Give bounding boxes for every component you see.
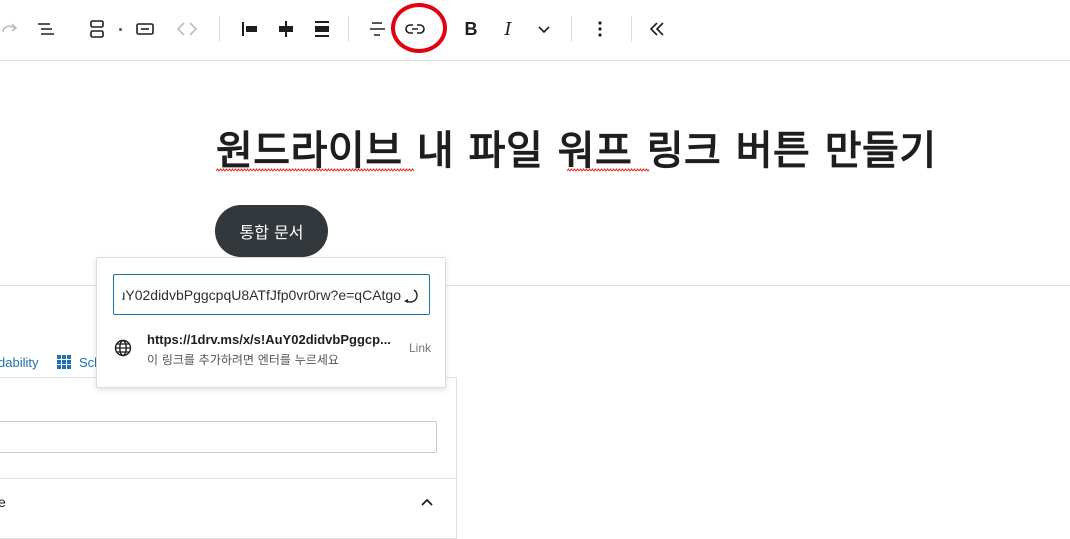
- submit-enter-icon[interactable]: [400, 286, 420, 306]
- italic-icon[interactable]: I: [490, 10, 526, 48]
- spellcheck-underline: [216, 168, 414, 172]
- tab-schema[interactable]: Sch: [56, 353, 101, 371]
- align-wide-icon[interactable]: [304, 10, 340, 48]
- link-popover: https://1drv.ms/x/s!AuY02didvbPggcp... 이…: [96, 257, 446, 388]
- chevron-up-icon[interactable]: [417, 492, 437, 512]
- spellcheck-underline: [567, 168, 649, 172]
- align-left-icon[interactable]: [232, 10, 268, 48]
- link-suggestion[interactable]: https://1drv.ms/x/s!AuY02didvbPggcp... 이…: [97, 324, 445, 376]
- grid-icon: [57, 355, 71, 369]
- list-view-icon[interactable]: [28, 10, 64, 48]
- separator-dot: [119, 28, 122, 31]
- bold-icon[interactable]: B: [453, 10, 489, 48]
- panel-divider: [0, 478, 456, 479]
- block-type-icon[interactable]: [79, 10, 115, 48]
- link-icon[interactable]: [397, 10, 433, 48]
- url-input[interactable]: [113, 274, 430, 315]
- toolbar-divider: [348, 16, 349, 42]
- section-title[interactable]: ce: [0, 494, 6, 510]
- align-center-icon[interactable]: [268, 10, 304, 48]
- button-block[interactable]: 통합 문서: [215, 205, 328, 257]
- block-toolbar: B I: [0, 0, 1070, 61]
- collapse-icon[interactable]: [639, 10, 675, 48]
- option-icon[interactable]: [127, 10, 163, 48]
- more-formatting-icon[interactable]: [526, 10, 562, 48]
- code-arrows-icon[interactable]: [169, 10, 205, 48]
- settings-panel: ce: [0, 377, 457, 539]
- suggestion-url: https://1drv.ms/x/s!AuY02didvbPggcp...: [147, 332, 391, 347]
- tab-readability[interactable]: dability: [0, 355, 38, 370]
- suggestion-type: Link: [409, 341, 432, 355]
- options-icon[interactable]: [582, 10, 618, 48]
- redo-icon[interactable]: [0, 10, 28, 48]
- toolbar-divider: [571, 16, 572, 42]
- toolbar-divider: [219, 16, 220, 42]
- justify-icon[interactable]: [360, 10, 396, 48]
- settings-text-field[interactable]: [0, 421, 437, 453]
- globe-icon: [113, 338, 133, 358]
- suggestion-hint: 이 링크를 추가하려면 엔터를 누르세요: [147, 353, 339, 367]
- toolbar-divider: [631, 16, 632, 42]
